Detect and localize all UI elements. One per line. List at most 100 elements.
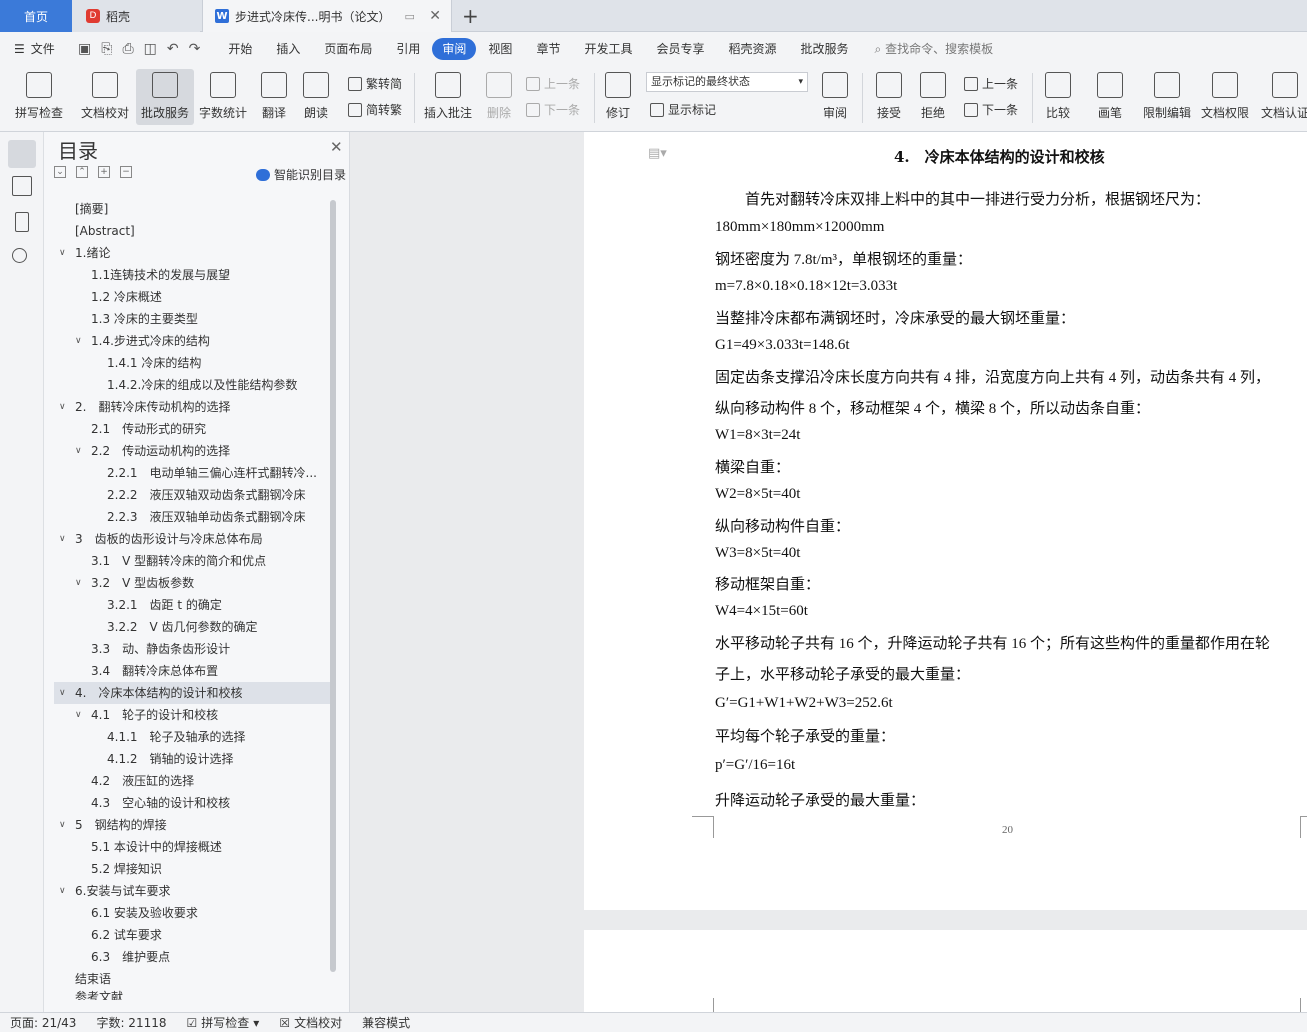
toc-item[interactable]: 3.2.2 V 齿几何参数的确定 [54,616,330,638]
toc-item[interactable]: 3.2.1 齿距 t 的确定 [54,594,330,616]
paragraph-menu-icon[interactable]: ▤▾ [648,146,667,161]
correction-service-button[interactable]: 批改服务 [136,69,194,125]
save-icon[interactable]: ▣ [78,41,91,57]
toc-item[interactable]: 3.4 翻转冷床总体布置 [54,660,330,682]
toc-item[interactable]: ∨ 6.安装与试车要求 [54,880,330,902]
trad-to-simp-button[interactable]: 繁转简 [348,75,402,92]
menu-view[interactable]: 视图 [476,38,524,60]
toc-item[interactable]: ∨ 3.2 V 型齿板参数 [54,572,330,594]
toc-item[interactable]: 2.2.1 电动单轴三偏心连杆式翻转冷... [54,462,330,484]
toc-item[interactable]: 4.1.2 销轴的设计选择 [54,748,330,770]
toc-item[interactable]: 2.2.2 液压双轴双动齿条式翻钢冷床 [54,484,330,506]
menu-correct[interactable]: 批改服务 [789,38,861,60]
doc-rights-button[interactable]: 文档权限 [1198,69,1252,125]
toc-item[interactable]: 3.1 V 型翻转冷床的简介和优点 [54,550,330,572]
toc-item[interactable]: [Abstract] [54,220,330,242]
toc-item[interactable]: 1.2 冷床概述 [54,286,330,308]
restrict-edit-button[interactable]: 限制编辑 [1140,69,1194,125]
chevron-down-icon[interactable]: ∨ [59,242,66,264]
simp-to-trad-button[interactable]: 简转繁 [348,101,402,118]
menu-reference[interactable]: 引用 [384,38,432,60]
export-icon[interactable]: ⎘ [101,41,112,57]
menu-start[interactable]: 开始 [216,38,264,60]
print-icon[interactable]: ⎙ [122,41,133,57]
redo-icon[interactable]: ↷ [189,41,201,57]
next-comment-button[interactable]: 下一条 [526,101,580,118]
delete-comment-button[interactable]: 删除 [480,69,518,125]
compare-button[interactable]: 比较 [1038,69,1078,125]
toc-item[interactable]: 5.1 本设计中的焊接概述 [54,836,330,858]
search-icon[interactable] [12,248,27,263]
prev-comment-button[interactable]: 上一条 [526,75,580,92]
toc-item[interactable]: 3.3 动、静齿条齿形设计 [54,638,330,660]
track-changes-button[interactable]: 修订 [600,69,636,125]
word-count-button[interactable]: 字数统计 [196,69,250,125]
toc-item[interactable]: 4.2 液压缸的选择 [54,770,330,792]
markup-state-select[interactable]: 显示标记的最终状态 ▾ [646,72,808,92]
toc-item[interactable]: 1.3 冷床的主要类型 [54,308,330,330]
toc-item[interactable]: 1.4.2.冷床的组成以及性能结构参数 [54,374,330,396]
close-icon[interactable]: ✕ [429,8,441,24]
doc-auth-button[interactable]: 文档认证 [1258,69,1307,125]
file-menu[interactable]: ☰ 文件 [0,40,70,57]
remove-level-icon[interactable]: − [120,166,132,178]
toc-item[interactable]: 2.1 传动形式的研究 [54,418,330,440]
tab-home[interactable]: 首页 [0,0,72,32]
toc-item[interactable]: ∨ 4.1 轮子的设计和校核 [54,704,330,726]
menu-layout[interactable]: 页面布局 [312,38,384,60]
spell-check-button[interactable]: 拼写检查 [8,69,70,125]
chevron-down-icon[interactable]: ∨ [59,814,66,836]
toc-item[interactable]: ∨ 3 齿板的齿形设计与冷床总体布局 [54,528,330,550]
bookmark-icon[interactable] [15,212,29,232]
pen-button[interactable]: 画笔 [1092,69,1128,125]
toc-item[interactable]: ∨ 1.绪论 [54,242,330,264]
tab-document[interactable]: W 步进式冷床传...明书（论文） ▭ ✕ [202,0,452,32]
menu-review[interactable]: 审阅 [432,37,477,60]
chevron-down-icon[interactable]: ∨ [59,682,66,704]
close-icon[interactable]: ✕ [330,138,343,156]
toc-item[interactable]: 2.2.3 液压双轴单动齿条式翻钢冷床 [54,506,330,528]
review-pane-button[interactable]: 审阅 [816,69,854,125]
menu-member[interactable]: 会员专享 [644,38,716,60]
toc-item[interactable]: 6.3 维护要点 [54,946,330,968]
toc-item[interactable]: 参考文献 [54,990,330,1000]
smart-toc-button[interactable]: 智能识别目录 [256,166,346,183]
toc-item[interactable]: 5.2 焊接知识 [54,858,330,880]
show-markup-button[interactable]: 显示标记 [650,101,716,118]
toc-panel-icon[interactable] [8,140,36,168]
chevron-down-icon[interactable]: ∨ [59,396,66,418]
tab-daoke[interactable]: D 稻壳 [72,0,200,32]
toc-item[interactable]: 6.2 试车要求 [54,924,330,946]
translate-button[interactable]: 翻译 [254,69,294,125]
chevron-down-icon[interactable]: ∨ [75,440,82,462]
toc-item[interactable]: 6.1 安装及验收要求 [54,902,330,924]
chevron-down-icon[interactable]: ∨ [75,330,82,352]
toc-item[interactable]: 4.3 空心轴的设计和校核 [54,792,330,814]
menu-daoke[interactable]: 稻壳资源 [716,38,788,60]
preview-icon[interactable]: ◫ [144,41,157,57]
next-change-button[interactable]: 下一条 [964,101,1018,118]
toc-item[interactable]: ∨ 2. 翻转冷床传动机构的选择 [54,396,330,418]
chevron-down-icon[interactable]: ∨ [59,880,66,902]
toc-item[interactable]: 1.1连铸技术的发展与展望 [54,264,330,286]
page-indicator[interactable]: 页面: 21/43 [0,1014,86,1031]
pin-icon[interactable]: ▭ [404,10,414,23]
reject-button[interactable]: 拒绝 [914,69,952,125]
toc-item[interactable]: ∨ 5 钢结构的焊接 [54,814,330,836]
add-level-icon[interactable]: + [98,166,110,178]
word-count-indicator[interactable]: 字数: 21118 [86,1014,176,1031]
command-search[interactable]: ⌕ 查找命令、搜索模板 [875,40,994,57]
expand-up-icon[interactable]: ⌃ [76,166,88,178]
chapter-icon[interactable] [12,176,32,196]
toc-item[interactable]: [摘要] [54,198,330,220]
toc-item[interactable]: ∨ 1.4.步进式冷床的结构 [54,330,330,352]
chevron-down-icon[interactable]: ∨ [75,572,82,594]
toc-item[interactable]: 4.1.1 轮子及轴承的选择 [54,726,330,748]
toc-item[interactable]: 1.4.1 冷床的结构 [54,352,330,374]
read-aloud-button[interactable]: 朗读 [298,69,334,125]
toc-item[interactable]: ∨ 2.2 传动运动机构的选择 [54,440,330,462]
doc-check-button[interactable]: 文档校对 [76,69,134,125]
accept-button[interactable]: 接受 [870,69,908,125]
chevron-down-icon[interactable]: ∨ [59,528,66,550]
collapse-all-icon[interactable]: ⌄ [54,166,66,178]
